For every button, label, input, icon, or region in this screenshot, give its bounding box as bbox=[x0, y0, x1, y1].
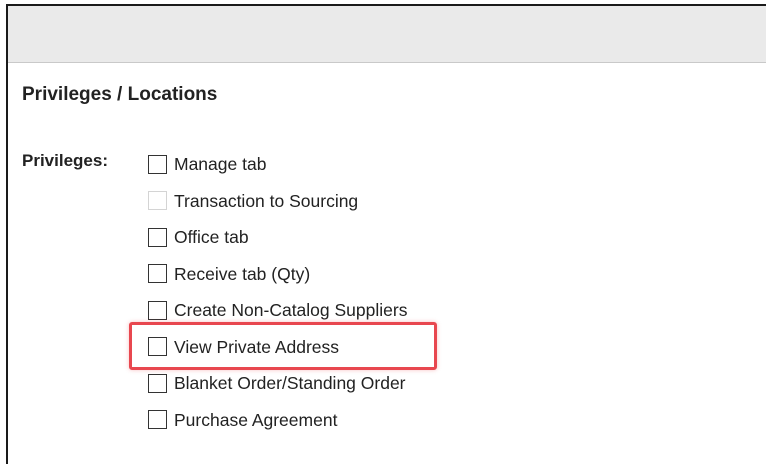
privilege-item-office-tab[interactable]: Office tab bbox=[148, 219, 407, 256]
section-title: Privileges / Locations bbox=[22, 84, 218, 105]
view-private-address-label[interactable]: View Private Address bbox=[174, 337, 339, 357]
purchase-agreement-checkbox[interactable] bbox=[148, 410, 167, 430]
blanket-order-checkbox[interactable] bbox=[148, 373, 167, 393]
purchase-agreement-label[interactable]: Purchase Agreement bbox=[174, 410, 337, 430]
privilege-item-view-private-address[interactable]: View Private Address bbox=[148, 329, 407, 366]
transaction-to-sourcing-checkbox bbox=[148, 191, 167, 211]
view-private-address-checkbox[interactable] bbox=[148, 337, 167, 357]
privilege-item-purchase-agreement[interactable]: Purchase Agreement bbox=[148, 402, 407, 439]
privilege-item-transaction-to-sourcing: Transaction to Sourcing bbox=[148, 183, 407, 220]
receive-tab-checkbox[interactable] bbox=[148, 264, 167, 284]
manage-tab-checkbox[interactable] bbox=[148, 154, 167, 174]
privileges-label: Privileges: bbox=[22, 151, 108, 170]
blanket-order-label[interactable]: Blanket Order/Standing Order bbox=[174, 373, 406, 393]
create-non-catalog-suppliers-checkbox[interactable] bbox=[148, 300, 167, 320]
office-tab-checkbox[interactable] bbox=[148, 227, 167, 247]
privilege-item-manage-tab[interactable]: Manage tab bbox=[148, 146, 407, 183]
manage-tab-label[interactable]: Manage tab bbox=[174, 154, 266, 174]
privileges-list: Manage tab Transaction to Sourcing Offic… bbox=[148, 146, 407, 438]
privilege-item-blanket-order[interactable]: Blanket Order/Standing Order bbox=[148, 365, 407, 402]
privilege-item-create-non-catalog-suppliers[interactable]: Create Non-Catalog Suppliers bbox=[148, 292, 407, 329]
panel-header-bar bbox=[8, 6, 766, 63]
privilege-item-receive-tab[interactable]: Receive tab (Qty) bbox=[148, 256, 407, 293]
receive-tab-label[interactable]: Receive tab (Qty) bbox=[174, 264, 310, 284]
transaction-to-sourcing-label: Transaction to Sourcing bbox=[174, 190, 359, 211]
office-tab-label[interactable]: Office tab bbox=[174, 227, 249, 247]
create-non-catalog-suppliers-label[interactable]: Create Non-Catalog Suppliers bbox=[174, 300, 407, 320]
